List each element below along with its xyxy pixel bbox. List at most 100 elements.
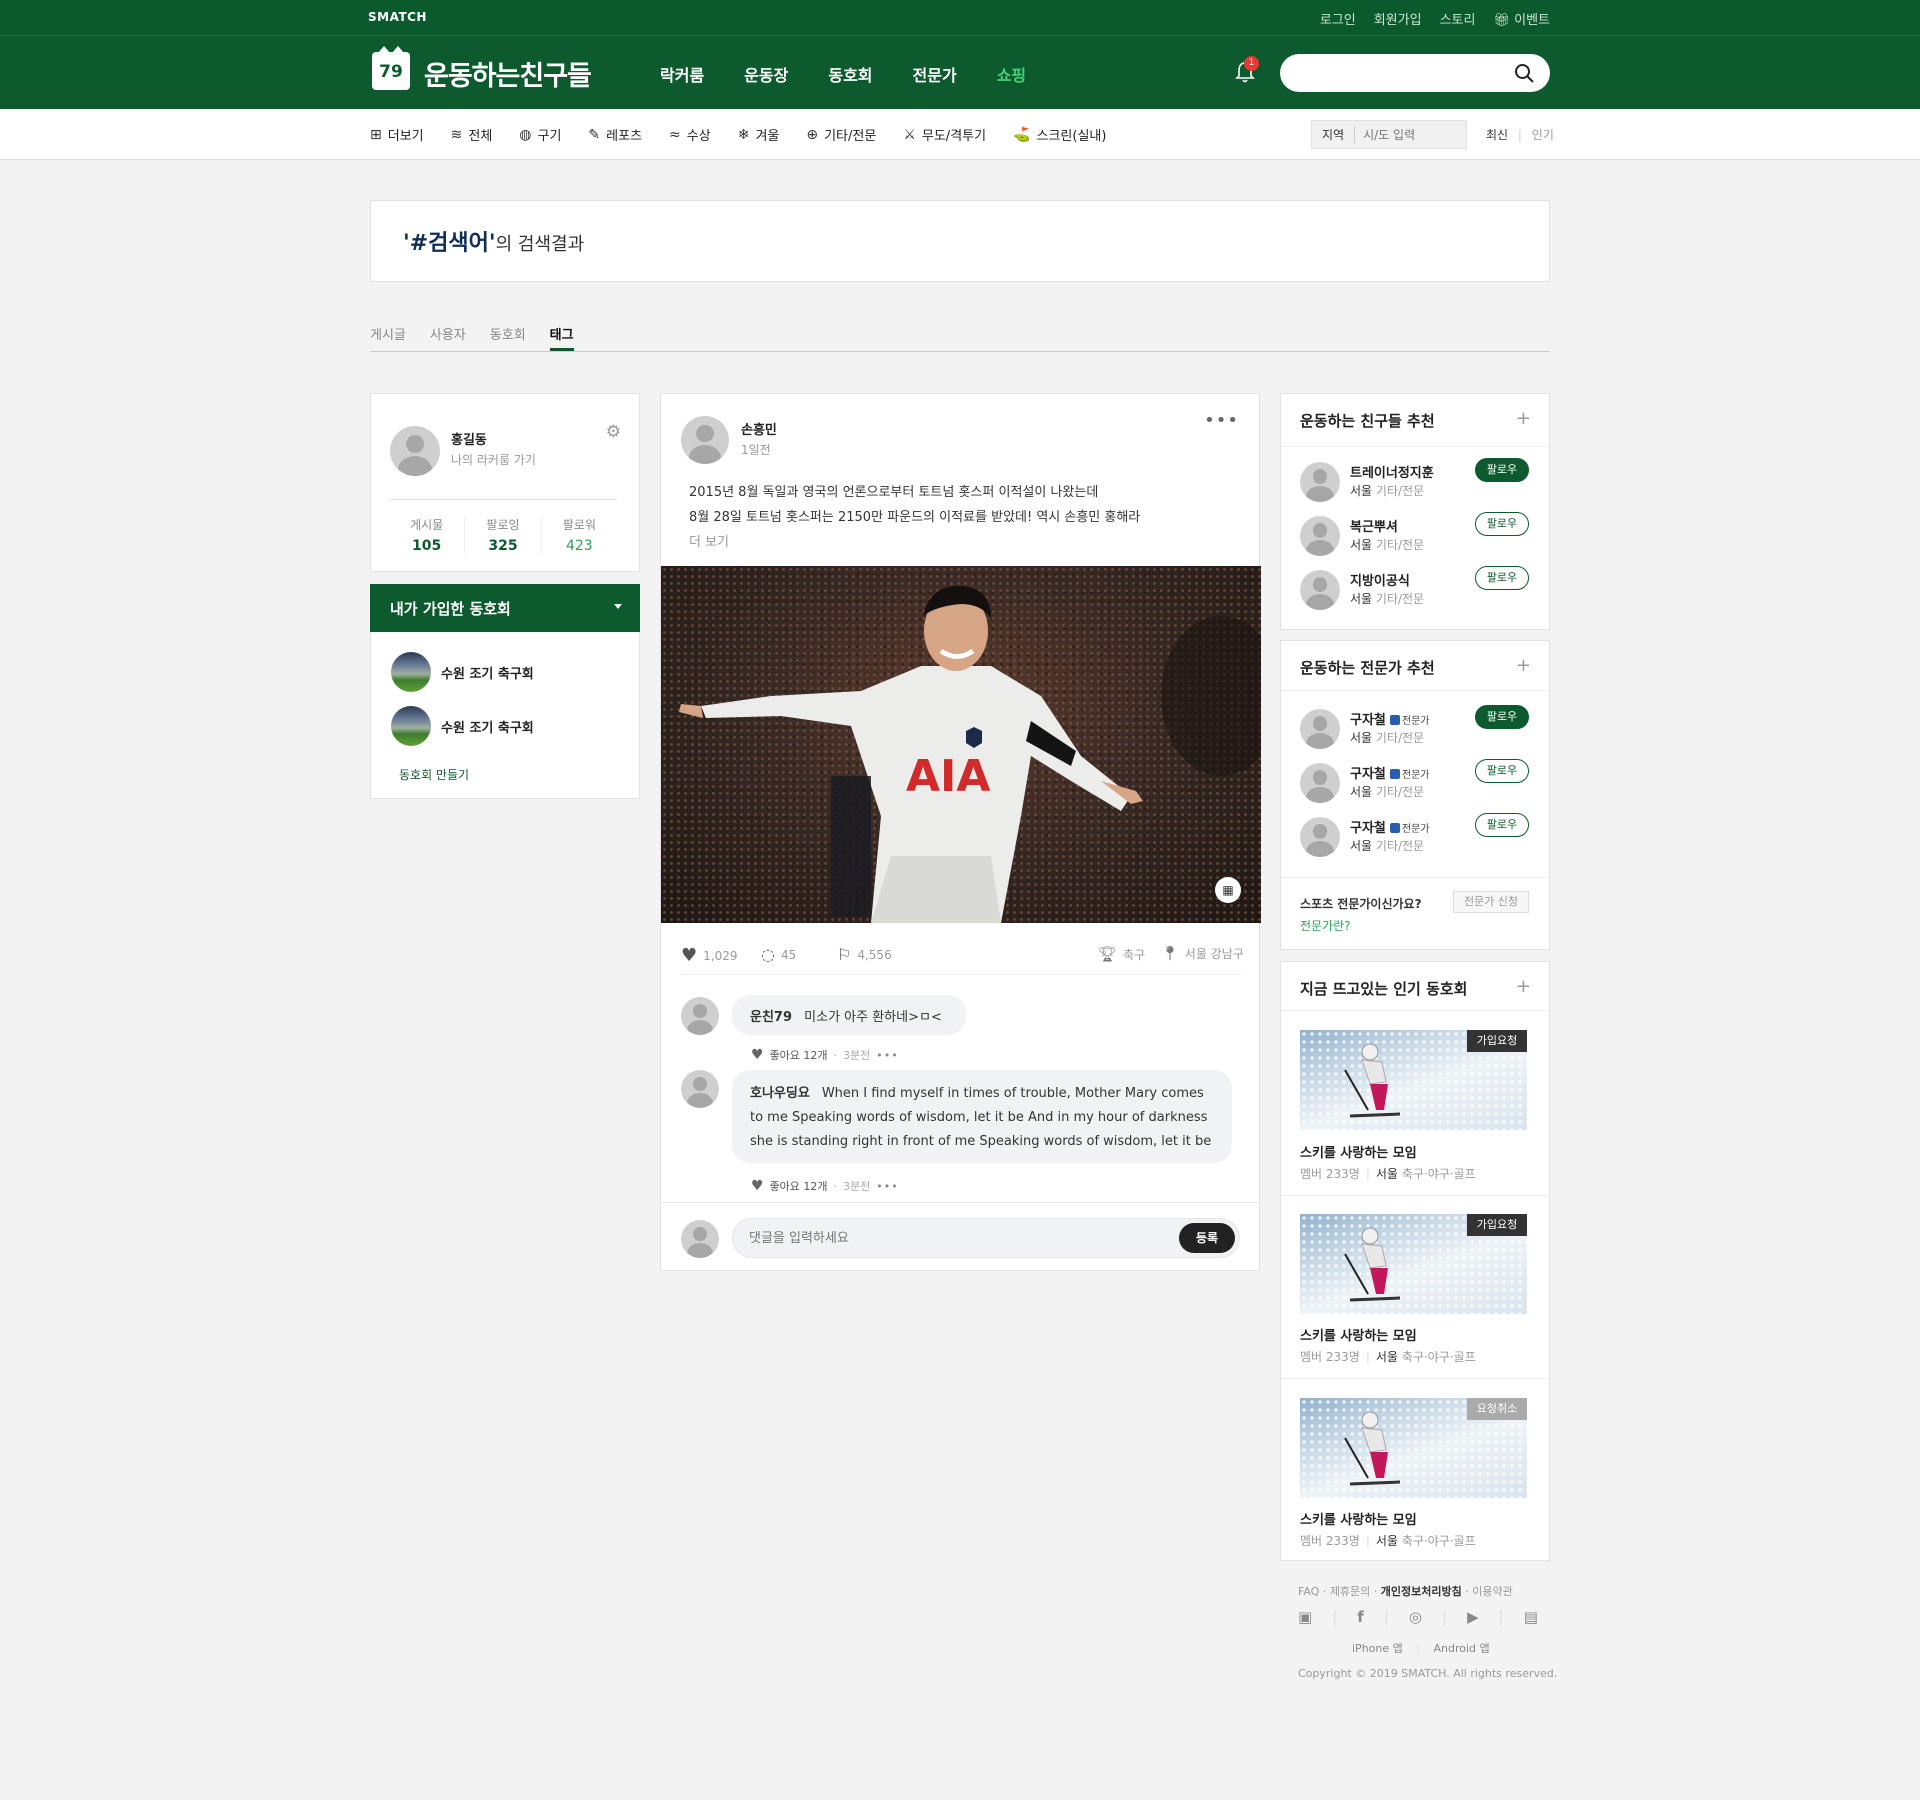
region-input[interactable]	[1363, 127, 1464, 142]
avatar[interactable]	[681, 997, 719, 1035]
instagram-icon[interactable]: ◎	[1409, 1608, 1422, 1626]
footer-terms[interactable]: 이용약관	[1472, 1585, 1512, 1598]
what-is-expert-link[interactable]: 전문가란?	[1300, 917, 1351, 934]
cancel-request-tag[interactable]: 요청취소	[1467, 1398, 1527, 1420]
gallery-icon[interactable]: ▦	[1215, 877, 1241, 903]
stat-posts[interactable]: 게시물 105	[389, 516, 466, 554]
avatar[interactable]	[1300, 709, 1340, 749]
heart-icon[interactable]: ♥	[751, 1047, 764, 1063]
avatar[interactable]	[1300, 763, 1340, 803]
read-more-link[interactable]: 더 보기	[689, 530, 1140, 555]
story-link[interactable]: 스토리	[1440, 9, 1476, 28]
stat-following[interactable]: 팔로잉 325	[465, 516, 542, 554]
logo-text[interactable]: 운동하는친구들	[424, 54, 592, 93]
follow-button[interactable]: 팔로우	[1475, 813, 1529, 837]
join-request-tag[interactable]: 가입요청	[1467, 1030, 1527, 1052]
category-winter[interactable]: ❄ 겨울	[738, 125, 780, 145]
more-options-icon[interactable]: •••	[876, 1049, 898, 1062]
avatar[interactable]	[390, 426, 440, 476]
nav-lockerroom[interactable]: 락커룸	[660, 62, 704, 86]
stat-followers[interactable]: 팔로워 423	[542, 516, 617, 554]
post-author[interactable]: 손흥민	[741, 419, 777, 438]
avatar[interactable]	[681, 416, 729, 464]
category-leports[interactable]: ✎ 레포츠	[588, 125, 642, 145]
footer-privacy[interactable]: 개인정보처리방침	[1381, 1585, 1462, 1598]
submit-comment-button[interactable]: 등록	[1179, 1223, 1235, 1253]
expert-name[interactable]: 구자철 전문가	[1350, 709, 1430, 728]
event-link[interactable]: 🎁︎ 이벤트	[1493, 9, 1550, 28]
club-title[interactable]: 스키를 사랑하는 모임	[1300, 1509, 1417, 1528]
iphone-app-link[interactable]: iPhone 앱	[1352, 1642, 1403, 1655]
sort-popular[interactable]: 인기	[1532, 128, 1554, 142]
friend-name[interactable]: 지방이공식	[1350, 570, 1410, 589]
expert-name[interactable]: 구자철 전문가	[1350, 817, 1430, 836]
location-tag[interactable]: 📍︎ 서울 강남구	[1161, 945, 1244, 962]
category-martial[interactable]: ⚔ 무도/격투기	[903, 125, 986, 145]
post-photo[interactable]: AIA ▦	[661, 566, 1261, 923]
club-image[interactable]: 가입요청	[1300, 1030, 1527, 1130]
app-store-icon[interactable]: ▣	[1298, 1608, 1312, 1626]
club-title[interactable]: 스키를 사랑하는 모임	[1300, 1142, 1417, 1161]
comment-user[interactable]: 호나우딩요	[750, 1086, 810, 1101]
signup-link[interactable]: 회원가입	[1374, 9, 1422, 28]
login-link[interactable]: 로그인	[1320, 9, 1356, 28]
follow-button[interactable]: 팔로우	[1475, 759, 1529, 783]
logo-badge[interactable]: 79	[372, 46, 410, 90]
plus-icon[interactable]: +	[1516, 976, 1531, 997]
search-input[interactable]	[1298, 54, 1518, 92]
join-request-tag[interactable]: 가입요청	[1467, 1214, 1527, 1236]
club-title[interactable]: 스키를 사랑하는 모임	[1300, 1325, 1417, 1344]
bookmark-button[interactable]: ⚐ 4,556	[837, 945, 892, 964]
avatar[interactable]	[1300, 570, 1340, 610]
heart-icon[interactable]: ♥	[751, 1178, 764, 1194]
tab-users[interactable]: 사용자	[430, 324, 466, 351]
like-button[interactable]: ♥ 1,029	[681, 945, 738, 966]
category-etc[interactable]: ⊕ 기타/전문	[806, 125, 876, 145]
category-screen[interactable]: ⛳ 스크린(실내)	[1013, 125, 1106, 145]
comment-user[interactable]: 운친79	[750, 1010, 792, 1025]
avatar[interactable]	[1300, 462, 1340, 502]
lockerroom-link[interactable]: 나의 라커룸 가기	[451, 451, 536, 468]
more-options-icon[interactable]: •••	[876, 1180, 898, 1193]
follow-button[interactable]: 팔로우	[1475, 705, 1529, 729]
club-image[interactable]: 가입요청	[1300, 1214, 1527, 1314]
follow-button[interactable]: 팔로우	[1475, 566, 1529, 590]
plus-icon[interactable]: +	[1516, 655, 1531, 676]
club-item[interactable]: 수원 조기 축구회	[391, 706, 534, 746]
follow-button[interactable]: 팔로우	[1475, 512, 1529, 536]
youtube-icon[interactable]: ▶	[1467, 1608, 1479, 1626]
tab-tags[interactable]: 태그	[549, 324, 574, 351]
footer-partnership[interactable]: 제휴문의	[1330, 1585, 1370, 1598]
plus-icon[interactable]: +	[1516, 408, 1531, 429]
sport-tag[interactable]: 🏆︎ 축구	[1098, 945, 1145, 963]
category-water[interactable]: ≈ 수상	[669, 125, 711, 145]
create-club-link[interactable]: 동호회 만들기	[399, 766, 469, 783]
blog-icon[interactable]: ▤	[1524, 1608, 1538, 1626]
android-app-link[interactable]: Android 앱	[1433, 1642, 1489, 1655]
expert-name[interactable]: 구자철 전문가	[1350, 763, 1430, 782]
nav-playground[interactable]: 운동장	[744, 62, 788, 86]
follow-button[interactable]: 팔로우	[1475, 458, 1529, 482]
more-options-icon[interactable]: •••	[1204, 410, 1239, 431]
club-image[interactable]: 요청취소	[1300, 1398, 1527, 1498]
nav-experts[interactable]: 전문가	[913, 62, 957, 86]
club-item[interactable]: 수원 조기 축구회	[391, 652, 534, 692]
tab-clubs[interactable]: 동호회	[490, 324, 526, 351]
tab-posts[interactable]: 게시글	[370, 324, 406, 351]
expert-apply-button[interactable]: 전문가 신청	[1453, 891, 1529, 913]
avatar[interactable]	[1300, 516, 1340, 556]
profile-name[interactable]: 홍길동	[451, 429, 487, 448]
avatar[interactable]	[1300, 817, 1340, 857]
my-clubs-header[interactable]: 내가 가입한 동호회	[370, 584, 640, 632]
friend-name[interactable]: 트레이너정지훈	[1350, 462, 1434, 481]
category-all[interactable]: ≋ 전체	[451, 125, 493, 145]
footer-faq[interactable]: FAQ	[1298, 1585, 1319, 1598]
nav-shopping[interactable]: 쇼핑	[997, 62, 1026, 86]
comment-button[interactable]: ◌ 45	[761, 945, 796, 964]
nav-clubs[interactable]: 동호회	[828, 62, 872, 86]
sort-latest[interactable]: 최신	[1486, 128, 1508, 142]
comment-input[interactable]	[749, 1219, 1149, 1257]
avatar[interactable]	[681, 1070, 719, 1108]
gear-icon[interactable]: ⚙	[606, 422, 621, 442]
friend-name[interactable]: 복근뿌셔	[1350, 516, 1398, 535]
